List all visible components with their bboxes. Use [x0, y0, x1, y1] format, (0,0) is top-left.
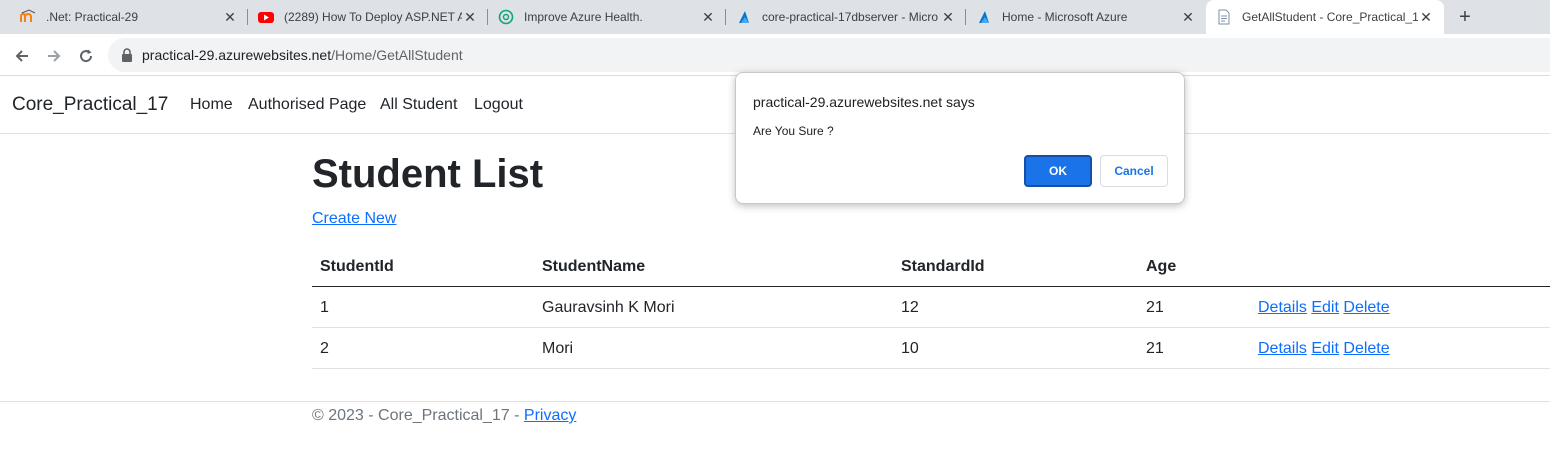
browser-tab[interactable]: (2289) How To Deploy ASP.NET A ✕: [248, 0, 488, 34]
column-header: StudentId: [320, 258, 394, 275]
reload-button[interactable]: [73, 43, 99, 69]
cancel-button[interactable]: Cancel: [1100, 155, 1168, 187]
page-icon: [1216, 9, 1232, 25]
azure-icon: [736, 9, 752, 25]
student-table: StudentId StudentName StandardId Age 1 G…: [312, 246, 1550, 369]
confirm-dialog: practical-29.azurewebsites.net says Are …: [735, 72, 1185, 204]
tab-title: GetAllStudent - Core_Practical_17: [1242, 10, 1418, 24]
youtube-icon: [258, 9, 274, 25]
url-text: practical-29.azurewebsites.net/Home/GetA…: [142, 47, 463, 63]
student-age: 21: [1146, 299, 1164, 316]
student-name: Mori: [542, 340, 574, 357]
lock-icon[interactable]: [120, 48, 134, 62]
browser-tab[interactable]: Home - Microsoft Azure ✕: [966, 0, 1206, 34]
close-icon[interactable]: ✕: [222, 9, 238, 25]
student-age: 21: [1146, 340, 1164, 357]
row-actions: Details Edit Delete: [1258, 340, 1390, 358]
nav-link-all-student[interactable]: All Student: [380, 96, 457, 114]
standard-id: 12: [901, 299, 919, 316]
delete-link[interactable]: Delete: [1343, 299, 1389, 316]
address-bar[interactable]: practical-29.azurewebsites.net/Home/GetA…: [108, 38, 1550, 72]
close-icon[interactable]: ✕: [462, 9, 478, 25]
browser-tab[interactable]: .Net: Practical-29 ✕: [0, 0, 248, 34]
tab-title: core-practical-17dbserver - Micro: [762, 10, 939, 24]
table-row: 1 Gauravsinh K Mori 12 21 Details Edit D…: [312, 287, 1550, 328]
edit-link[interactable]: Edit: [1311, 340, 1339, 357]
browser-tab-strip: .Net: Practical-29 ✕ (2289) How To Deplo…: [0, 0, 1550, 34]
edit-link[interactable]: Edit: [1311, 299, 1339, 316]
create-new-link[interactable]: Create New: [312, 210, 396, 228]
page-title: Student List: [312, 152, 544, 196]
back-arrow-icon: [15, 50, 28, 62]
nav-link-home[interactable]: Home: [190, 96, 233, 114]
footer-text: © 2023 - Core_Practical_17 - Privacy: [312, 407, 577, 424]
ok-button[interactable]: OK: [1024, 155, 1092, 187]
student-name: Gauravsinh K Mori: [542, 299, 675, 316]
browser-tab[interactable]: core-practical-17dbserver - Micro ✕: [726, 0, 966, 34]
site-brand[interactable]: Core_Practical_17: [12, 94, 168, 116]
chatgpt-icon: [498, 9, 514, 25]
column-header: StandardId: [901, 258, 985, 275]
moodle-icon: [20, 9, 36, 25]
table-row: 2 Mori 10 21 Details Edit Delete: [312, 328, 1550, 369]
details-link[interactable]: Details: [1258, 340, 1307, 357]
delete-link[interactable]: Delete: [1343, 340, 1389, 357]
browser-tab-active[interactable]: GetAllStudent - Core_Practical_17 ✕: [1206, 0, 1444, 34]
forward-button[interactable]: [41, 43, 67, 69]
student-id: 2: [320, 340, 329, 357]
dialog-message: Are You Sure ?: [753, 124, 834, 138]
privacy-link[interactable]: Privacy: [524, 407, 576, 424]
close-icon[interactable]: ✕: [940, 9, 956, 25]
tab-title: Home - Microsoft Azure: [1002, 10, 1128, 24]
column-header: Age: [1146, 258, 1177, 275]
details-link[interactable]: Details: [1258, 299, 1307, 316]
nav-link-authorised-page[interactable]: Authorised Page: [248, 96, 366, 114]
back-button[interactable]: [9, 43, 35, 69]
student-id: 1: [320, 299, 329, 316]
standard-id: 10: [901, 340, 919, 357]
dialog-title: practical-29.azurewebsites.net says: [753, 94, 975, 110]
browser-toolbar: practical-29.azurewebsites.net/Home/GetA…: [0, 34, 1550, 76]
close-icon[interactable]: ✕: [1418, 9, 1434, 25]
column-header: StudentName: [542, 258, 646, 275]
new-tab-button[interactable]: +: [1452, 5, 1478, 29]
table-header-row: StudentId StudentName StandardId Age: [312, 246, 1550, 287]
tab-title: (2289) How To Deploy ASP.NET A: [284, 10, 462, 24]
browser-tab[interactable]: Improve Azure Health. ✕: [488, 0, 726, 34]
reload-icon: [80, 49, 93, 63]
site-footer: © 2023 - Core_Practical_17 - Privacy: [0, 401, 1550, 454]
close-icon[interactable]: ✕: [1180, 9, 1196, 25]
azure-icon: [976, 9, 992, 25]
nav-link-logout[interactable]: Logout: [474, 96, 523, 114]
tab-title: Improve Azure Health.: [524, 10, 643, 24]
tab-title: .Net: Practical-29: [46, 10, 139, 24]
row-actions: Details Edit Delete: [1258, 299, 1390, 317]
close-icon[interactable]: ✕: [700, 9, 716, 25]
forward-arrow-icon: [48, 50, 61, 62]
